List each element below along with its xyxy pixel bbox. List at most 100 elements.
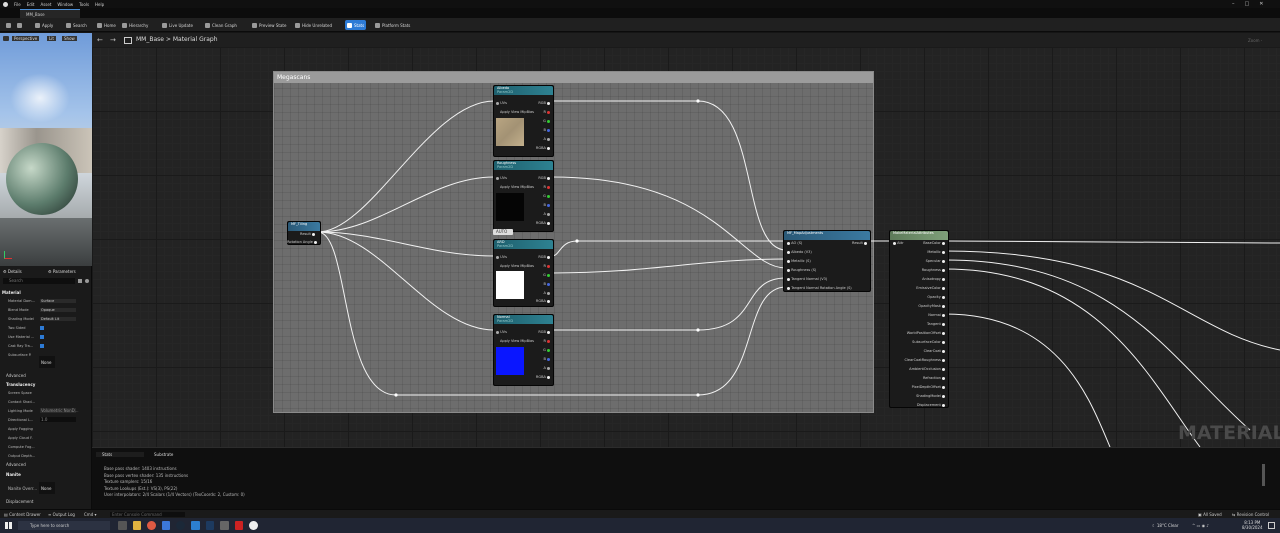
node-ao[interactable]: ARD Param2D UVs Apply View MipBias RGB R … (493, 239, 554, 307)
mail-icon[interactable] (161, 521, 171, 530)
stats-scrollbar[interactable] (1262, 464, 1265, 486)
pin-rgba[interactable]: RGBA (536, 375, 550, 379)
red-app-icon[interactable] (234, 521, 244, 530)
displacement-label[interactable]: Displacement (6, 499, 34, 504)
pin-result[interactable]: Result (300, 232, 315, 236)
pin-out-normal[interactable]: Normal (928, 313, 945, 317)
pin-a[interactable]: A (543, 212, 550, 216)
pin-a[interactable]: A (543, 137, 550, 141)
detail-dropdown[interactable]: Surface (40, 299, 76, 303)
apply-mip-bias-checkbox[interactable]: Apply View MipBias (500, 110, 534, 114)
node-albedo[interactable]: Albedo Param2D UVs Apply View MipBias RGB… (493, 85, 554, 157)
pin-out-displacement[interactable]: Displacement (917, 403, 945, 407)
detail-checkbox[interactable] (40, 326, 44, 330)
node-make-material-attributes[interactable]: MakeMaterialAttributes Attr BaseColor Me… (889, 230, 949, 408)
cmd-dropdown[interactable]: Cmd ▾ (84, 512, 97, 517)
pin-out-metallic[interactable]: Metallic (927, 250, 945, 254)
pin-out-ambientocclusion[interactable]: AmbientOcclusion (909, 367, 945, 371)
subsurface-none-button[interactable]: None (39, 356, 55, 368)
steam-icon[interactable] (176, 521, 185, 530)
detail-checkbox[interactable] (40, 344, 44, 348)
pin-ao[interactable]: AO (S) (787, 241, 802, 245)
pin-out-emissivecolor[interactable]: EmissiveColor (916, 286, 945, 290)
pin-out-opacitymask[interactable]: OpacityMask (918, 304, 945, 308)
tray-icons[interactable]: ^ ▭ ◉ ♪ (1192, 523, 1209, 528)
revision-control-button[interactable]: ⇆ Revision Control (1232, 512, 1269, 517)
all-saved-button[interactable]: ▣ All Saved (1198, 512, 1222, 517)
lighting-mode-dropdown[interactable]: Volumetric NonD... (40, 408, 79, 413)
section-advanced[interactable]: Advanced (6, 373, 26, 378)
pin-out-basecolor[interactable]: BaseColor (923, 241, 945, 245)
tab-parameters[interactable]: ⚙ Parameters (48, 269, 76, 274)
pin-rgb[interactable]: RGB (538, 101, 550, 105)
pin-b[interactable]: B (543, 203, 550, 207)
pin-rgba[interactable]: RGBA (536, 221, 550, 225)
pin-b[interactable]: B (543, 128, 550, 132)
pin-tangent-normal-rotation[interactable]: Tangent Normal Rotation Angle (S) (787, 286, 852, 290)
pin-b[interactable]: B (543, 357, 550, 361)
pin-out-pixeldepthoffset[interactable]: PixelDepthOffset (912, 385, 945, 389)
pin-out-clearcoat[interactable]: ClearCoat (924, 349, 945, 353)
pin-b[interactable]: B (543, 282, 550, 286)
pin-r[interactable]: R (543, 110, 550, 114)
pin-rgba[interactable]: RGBA (536, 299, 550, 303)
detail-dropdown[interactable]: Opaque (40, 308, 76, 312)
settings-gear-icon[interactable] (85, 279, 89, 283)
details-search-input[interactable]: Search (3, 278, 75, 284)
pin-g[interactable]: G (543, 119, 550, 123)
apply-mip-bias-checkbox[interactable]: Apply View MipBias (500, 339, 534, 343)
pin-g[interactable]: G (543, 273, 550, 277)
notification-icon[interactable] (1268, 522, 1275, 529)
auto-button[interactable]: AUTO (493, 229, 513, 235)
pin-out-opacity[interactable]: Opacity (927, 295, 945, 299)
node-mf-tiling[interactable]: MF_Tiling Result Rotation Angle (287, 221, 321, 245)
pin-out-subsurfacecolor[interactable]: SubsurfaceColor (912, 340, 945, 344)
pin-out-worldpositionoffset[interactable]: WorldPositionOffset (907, 331, 945, 335)
pin-metallic[interactable]: Metallic (S) (787, 259, 811, 263)
pin-g[interactable]: G (543, 348, 550, 352)
pin-r[interactable]: R (543, 339, 550, 343)
node-normal[interactable]: Normal Param2D UVs Apply View MipBias RGB… (493, 314, 554, 386)
clock[interactable]: 8:13 PM 8/30/2024 (1242, 520, 1263, 530)
section-advanced-2[interactable]: Advanced (6, 462, 26, 467)
task-view-icon[interactable] (118, 521, 127, 530)
pin-out-anisotropy[interactable]: Anisotropy (922, 277, 945, 281)
grid-view-icon[interactable] (78, 279, 82, 283)
chrome-icon[interactable] (147, 521, 156, 530)
console-input[interactable]: Enter Console Command (110, 512, 185, 517)
pin-roughness[interactable]: Roughness (S) (787, 268, 816, 272)
section-material[interactable]: Material (2, 290, 21, 295)
pin-out-roughness[interactable]: Roughness (922, 268, 945, 272)
tab-substrate[interactable]: Substrate (148, 452, 173, 457)
unreal-icon[interactable] (249, 521, 258, 530)
taskbar-search-input[interactable]: Type here to search (18, 521, 110, 530)
pin-out-refraction[interactable]: Refraction (923, 376, 945, 380)
pin-rgb[interactable]: RGB (538, 255, 550, 259)
vscode-icon[interactable] (190, 521, 200, 530)
pin-r[interactable]: R (543, 185, 550, 189)
pin-albedo[interactable]: Albedo (V3) (787, 250, 812, 254)
pin-out-specular[interactable]: Specular (926, 259, 945, 263)
pin-attr-in[interactable]: Attr (893, 241, 904, 245)
tab-details[interactable]: ⚙ Details (3, 269, 22, 274)
output-log-button[interactable]: ≡ Output Log (48, 512, 75, 517)
pin-out-shadingmodel[interactable]: ShadingModel (916, 394, 945, 398)
file-explorer-icon[interactable] (132, 521, 142, 530)
pin-a[interactable]: A (543, 291, 550, 295)
weather-widget[interactable]: ☾ 18°C Clear (1152, 523, 1179, 528)
node-roughness[interactable]: Roughness Param2D UVs Apply View MipBias … (493, 160, 554, 232)
node-mf-mapadjustments[interactable]: MF_MapAdjustments AO (S) Albedo (V3) Met… (783, 230, 871, 292)
apply-mip-bias-checkbox[interactable]: Apply View MipBias (500, 185, 534, 189)
pin-a[interactable]: A (543, 366, 550, 370)
pin-rgba[interactable]: RGBA (536, 146, 550, 150)
pin-tangent-normal[interactable]: Tangent Normal (V3) (787, 277, 827, 281)
pin-r[interactable]: R (543, 264, 550, 268)
directional-input[interactable]: 1.0 (40, 417, 76, 422)
nanite-none-button[interactable]: None (39, 482, 55, 494)
detail-dropdown[interactable]: Default Lit (40, 317, 76, 321)
apply-mip-bias-checkbox[interactable]: Apply View MipBias (500, 264, 534, 268)
tab-stats[interactable]: Stats (96, 452, 144, 457)
detail-checkbox[interactable] (40, 335, 44, 339)
pin-rgb[interactable]: RGB (538, 176, 550, 180)
pin-g[interactable]: G (543, 194, 550, 198)
